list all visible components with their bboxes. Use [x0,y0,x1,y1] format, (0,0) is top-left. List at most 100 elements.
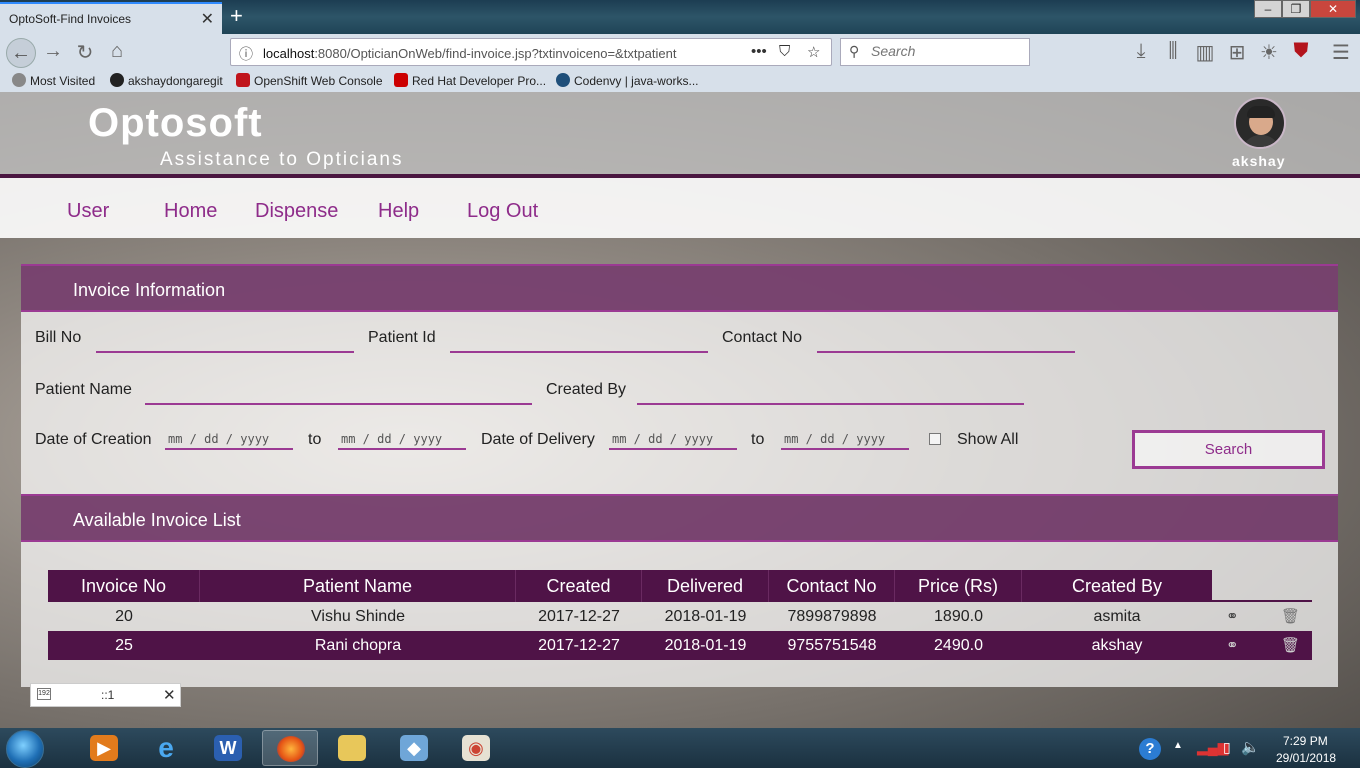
battery-icon[interactable]: ▯ [1223,739,1231,756]
menu-user[interactable]: User [67,200,109,223]
site-tagline: Assistance to Opticians [160,149,404,170]
col-created: Created [516,570,642,602]
search-icon: ⚲ [849,43,860,59]
show-all-checkbox[interactable] [929,433,941,445]
patient-name-input[interactable] [145,383,532,405]
taskbar-firefox[interactable] [262,730,318,766]
avatar[interactable] [1234,97,1286,149]
clock-date[interactable]: 29/01/2018 [1276,751,1336,765]
bookmark-star-icon[interactable]: ☆ [807,43,820,61]
page-actions-icon[interactable]: ••• [751,43,767,60]
find-invoice-panel: Invoice Information Bill No Patient Id C… [21,264,1338,687]
menu-home[interactable]: Home [164,200,217,223]
home-icon[interactable]: ⌂ [104,40,130,63]
taskbar-word[interactable]: W [200,730,256,766]
bookmark-github[interactable]: akshaydongaregit [110,73,223,88]
cloud-icon [556,73,570,87]
ip-icon: 192 [37,688,51,700]
show-all-label: Show All [957,431,1019,448]
tab-close-icon[interactable]: ✕ [201,9,214,29]
col-invoice-no: Invoice No [48,570,200,602]
menu-logout[interactable]: Log Out [467,200,538,223]
word-icon: W [214,735,242,761]
cell-created: 2017-12-27 [538,608,620,625]
github-icon [110,73,124,87]
taskbar-virtualbox[interactable]: ◆ [386,730,442,766]
start-button[interactable] [6,730,44,768]
show-hidden-icons-icon[interactable]: ▲ [1173,740,1183,751]
ublock-icon[interactable]: ⛊ [1288,40,1314,63]
menu-dispense[interactable]: Dispense [255,200,338,223]
new-tab-icon[interactable]: + [230,3,243,29]
downloads-icon[interactable]: ⤓ [1128,40,1154,63]
url-bar[interactable]: ⓘ localhost:8080/OpticianOnWeb/find-invo… [230,38,832,66]
creation-to-date-input[interactable]: mm / dd / yyyy [338,426,466,450]
cell-contact-no: 9755751548 [787,637,877,654]
close-icon[interactable]: ✕ [163,686,176,704]
patient-id-input[interactable] [450,331,708,353]
delivery-from-date-input[interactable]: mm / dd / yyyy [609,426,737,450]
table-row[interactable]: 20 Vishu Shinde 2017-12-27 2018-01-19 78… [48,602,1312,631]
view-binoculars-icon[interactable]: ⚭ [1226,636,1239,654]
menu-help[interactable]: Help [378,200,419,223]
view-binoculars-icon[interactable]: ⚭ [1226,607,1239,625]
menu-icon[interactable]: ☰ [1328,40,1354,65]
cell-delivered: 2018-01-19 [664,637,747,654]
clock-time[interactable]: 7:29 PM [1283,734,1328,748]
taskbar-media-player[interactable]: ▶ [76,730,132,766]
minimize-icon[interactable]: – [1254,0,1282,18]
delete-trash-icon[interactable]: 🗑 [1281,636,1300,654]
cell-contact-no: 7899879898 [787,608,877,625]
site-brand: Optosoft [88,101,263,145]
library-icon[interactable]: ⫼ [1160,40,1186,63]
browser-tab[interactable]: OptoSoft-Find Invoices ✕ [0,2,222,34]
gear-icon [12,73,26,87]
cell-price: 1890.0 [934,608,983,625]
delete-trash-icon[interactable]: 🗑 [1281,607,1300,625]
invoice-info-heading: Invoice Information [21,264,1338,312]
lightbulb-icon[interactable]: ☀ [1256,40,1282,65]
cell-patient-name: Rani chopra [314,637,402,654]
search-button[interactable]: Search [1132,430,1325,469]
back-arrow-icon[interactable]: ← [6,38,36,68]
maximize-icon[interactable]: ❐ [1282,0,1310,18]
taskbar-ie[interactable]: e [138,730,194,766]
site-header: Optosoft Assistance to Opticians akshay [0,92,1360,174]
taskbar-explorer[interactable] [324,730,380,766]
cell-created: 2017-12-27 [538,637,620,654]
created-by-label: Created By [546,381,627,398]
taskbar-paint[interactable]: ◉ [448,730,504,766]
created-by-input[interactable] [637,383,1024,405]
delivery-to-date-input[interactable]: mm / dd / yyyy [781,426,909,450]
bookmark-redhat[interactable]: Red Hat Developer Pro... [394,73,546,88]
sidebar-icon[interactable]: ▥ [1192,40,1218,65]
window-close-icon[interactable]: ✕ [1310,0,1356,18]
bookmark-codenvy[interactable]: Codenvy | java-works... [556,73,699,88]
status-popup: 192 ::1 ✕ [30,683,181,707]
forward-arrow-icon[interactable]: → [40,40,66,63]
browser-search-box[interactable]: ⚲ [840,38,1030,66]
help-icon[interactable]: ? [1139,738,1161,760]
bookmark-most-visited[interactable]: Most Visited [12,73,95,88]
contact-no-label: Contact No [722,329,803,346]
reload-icon[interactable]: ↻ [72,40,98,65]
volume-icon[interactable]: 🔈 [1241,738,1260,756]
pocket-icon[interactable]: ⛉ [779,43,790,60]
tab-title: OptoSoft-Find Invoices [9,12,132,26]
cell-invoice-no: 20 [115,608,133,625]
creation-from-date-input[interactable]: mm / dd / yyyy [165,426,293,450]
bill-no-input[interactable] [96,331,354,353]
cell-price: 2490.0 [934,637,983,654]
col-created-by: Created By [1071,576,1163,596]
grid-icon[interactable]: ⊞ [1224,40,1250,65]
contact-no-input[interactable] [817,331,1075,353]
table-row[interactable]: 25 Rani chopra 2017-12-27 2018-01-19 975… [48,631,1312,660]
browser-search-input[interactable] [871,43,1021,59]
bookmark-openshift[interactable]: OpenShift Web Console [236,73,383,88]
ie-icon: e [158,732,174,763]
bill-no-label: Bill No [35,329,82,346]
bookmarks-bar: Most Visited akshaydongaregit OpenShift … [0,70,1360,92]
col-contact-no: Contact No [769,570,895,602]
palette-icon: ◉ [462,735,490,761]
site-info-icon[interactable]: ⓘ [239,44,253,64]
